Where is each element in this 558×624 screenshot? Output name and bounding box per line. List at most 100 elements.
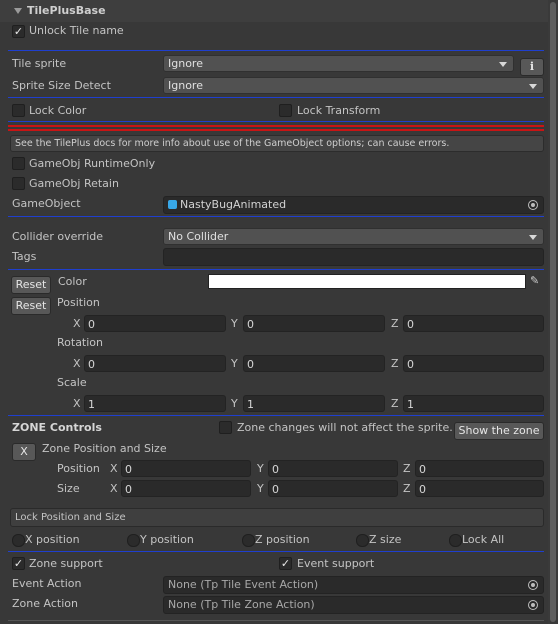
event-action-label: Event Action <box>12 577 82 590</box>
zone-no-affect-label: Zone changes will not affect the sprite. <box>237 421 453 434</box>
zone-pos-size-label: Zone Position and Size <box>42 442 167 455</box>
eyedropper-icon[interactable]: ✎ <box>530 274 544 288</box>
tile-sprite-value: Ignore <box>168 57 203 70</box>
rotation-label: Rotation <box>57 336 104 349</box>
zone-position-x-field[interactable]: 0 <box>121 460 251 477</box>
object-picker-icon[interactable] <box>528 580 538 590</box>
gameobject-label: GameObject <box>12 197 81 210</box>
lock-z-position-label: Z position <box>255 533 310 546</box>
separator <box>8 121 544 122</box>
scale-z-field[interactable]: 1 <box>403 395 544 412</box>
collider-override-dropdown[interactable]: No Collider <box>163 228 544 245</box>
zone-position-x-label: X <box>110 462 118 475</box>
zone-size-label: Size <box>57 482 80 495</box>
unlock-tile-name-label: Unlock Tile name <box>29 24 124 37</box>
tile-sprite-label: Tile sprite <box>12 57 67 70</box>
scale-z-label: Z <box>391 397 399 410</box>
zone-size-x-label: X <box>110 482 118 495</box>
rotation-x-field[interactable]: 0 <box>84 355 226 372</box>
lock-z-position-checkbox[interactable] <box>242 534 255 547</box>
zone-action-value: None (Tp Tile Zone Action) <box>168 598 315 611</box>
show-zone-button[interactable]: Show the zone <box>454 422 544 440</box>
tile-sprite-dropdown[interactable]: Ignore <box>163 55 514 72</box>
rotation-y-label: Y <box>231 357 238 370</box>
gameobj-retain-label: GameObj Retain <box>29 177 119 190</box>
warning-line <box>8 125 544 127</box>
position-x-field[interactable]: 0 <box>84 315 226 332</box>
zone-position-y-field[interactable]: 0 <box>268 460 398 477</box>
lock-y-position-checkbox[interactable] <box>127 534 140 547</box>
zone-support-checkbox[interactable]: ✓ <box>12 557 25 570</box>
lock-all-label: Lock All <box>462 533 505 546</box>
unlock-tile-name-checkbox[interactable]: ✓ <box>12 25 25 38</box>
chevron-down-icon <box>529 84 537 89</box>
tags-input[interactable] <box>163 248 544 266</box>
prefab-cube-icon <box>168 200 177 209</box>
foldout-arrow-icon[interactable] <box>14 8 22 14</box>
separator <box>8 50 544 51</box>
zone-clear-button[interactable]: X <box>12 443 36 461</box>
object-picker-icon[interactable] <box>528 200 538 210</box>
sprite-size-value: Ignore <box>168 79 203 92</box>
color-swatch[interactable] <box>208 274 526 289</box>
zone-size-y-field[interactable]: 0 <box>268 480 398 497</box>
rotation-x-label: X <box>73 357 81 370</box>
scrollbar[interactable] <box>548 0 558 624</box>
event-action-field[interactable]: None (Tp Tile Event Action) <box>163 576 544 594</box>
lock-transform-checkbox[interactable] <box>279 104 292 117</box>
separator <box>8 551 544 552</box>
gameobject-help-text: See the TilePlus docs for more info abou… <box>15 138 450 149</box>
collider-override-label: Collider override <box>12 230 104 243</box>
position-z-label: Z <box>391 317 399 330</box>
zone-position-label: Position <box>57 462 100 475</box>
zone-position-z-field[interactable]: 0 <box>415 460 544 477</box>
zone-controls-title: ZONE Controls <box>12 421 102 434</box>
lock-y-position-label: Y position <box>140 533 194 546</box>
collider-value: No Collider <box>168 230 229 243</box>
gameobject-value: NastyBugAnimated <box>180 198 287 211</box>
position-y-field[interactable]: 0 <box>243 315 385 332</box>
info-button[interactable]: i <box>520 58 544 76</box>
warning-line <box>8 129 544 131</box>
zone-no-affect-checkbox[interactable] <box>219 421 232 434</box>
bottom-divider <box>8 620 544 621</box>
zone-size-z-label: Z <box>403 482 411 495</box>
event-support-checkbox[interactable]: ✓ <box>279 557 292 570</box>
position-y-label: Y <box>231 317 238 330</box>
component-header[interactable]: TilePlusBase <box>0 0 558 22</box>
scale-y-field[interactable]: 1 <box>243 395 385 412</box>
separator <box>8 269 544 270</box>
separator <box>8 216 544 217</box>
scale-x-field[interactable]: 1 <box>84 395 226 412</box>
lock-position-size-box: Lock Position and Size <box>10 508 544 527</box>
zone-action-field[interactable]: None (Tp Tile Zone Action) <box>163 596 544 614</box>
lock-color-checkbox[interactable] <box>12 104 25 117</box>
sprite-size-detect-label: Sprite Size Detect <box>12 79 111 92</box>
gameobj-runtime-only-checkbox[interactable] <box>12 157 25 170</box>
zone-size-x-field[interactable]: 0 <box>121 480 251 497</box>
zone-action-label: Zone Action <box>12 597 78 610</box>
sprite-size-detect-dropdown[interactable]: Ignore <box>163 77 544 94</box>
lock-transform-label: Lock Transform <box>297 104 381 117</box>
rotation-z-field[interactable]: 0 <box>403 355 544 372</box>
rotation-y-field[interactable]: 0 <box>243 355 385 372</box>
lock-color-label: Lock Color <box>29 104 87 117</box>
scale-x-label: X <box>73 397 81 410</box>
reset-color-button[interactable]: Reset <box>11 276 51 294</box>
position-x-label: X <box>73 317 81 330</box>
gameobject-help-box: See the TilePlus docs for more info abou… <box>10 135 544 152</box>
lock-x-position-checkbox[interactable] <box>12 534 25 547</box>
lock-all-checkbox[interactable] <box>449 534 462 547</box>
scale-y-label: Y <box>231 397 238 410</box>
lock-z-size-checkbox[interactable] <box>356 534 369 547</box>
zone-size-z-field[interactable]: 0 <box>415 480 544 497</box>
gameobj-retain-checkbox[interactable] <box>12 177 25 190</box>
separator <box>8 97 544 98</box>
lock-position-size-label: Lock Position and Size <box>15 512 126 523</box>
position-z-field[interactable]: 0 <box>403 315 544 332</box>
scrollbar-thumb[interactable] <box>550 2 556 622</box>
reset-transform-button[interactable]: Reset <box>11 297 51 315</box>
lock-z-size-label: Z size <box>369 533 402 546</box>
object-picker-icon[interactable] <box>528 600 538 610</box>
gameobject-field[interactable]: NastyBugAnimated <box>163 196 544 214</box>
